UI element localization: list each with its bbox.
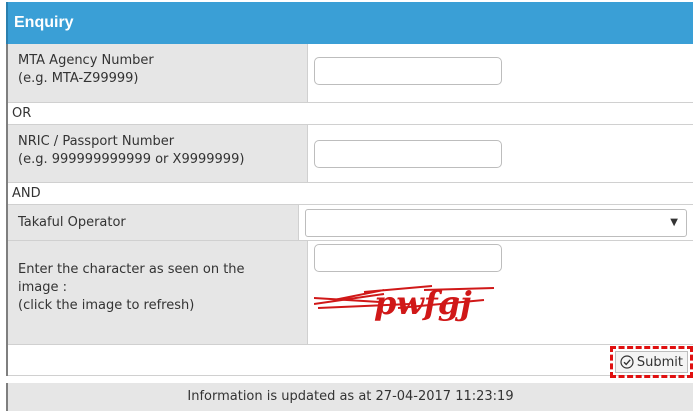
agency-hint: (e.g. MTA-Z99999) [18,71,139,86]
and-separator: AND [8,183,693,205]
captcha-label-line-2: image : [18,280,68,295]
nric-hint: (e.g. 999999999999 or X9999999) [18,152,245,167]
operator-field-cell: ▼ [299,205,693,240]
agency-row: MTA Agency Number (e.g. MTA-Z99999) [8,44,693,103]
operator-label: Takaful Operator [8,205,299,240]
captcha-label: Enter the character as seen on the image… [8,241,308,344]
nric-field-cell [308,125,693,182]
submit-label: Submit [636,354,683,370]
captcha-field-cell: pwfgj [308,241,693,344]
submit-row: Submit [8,345,693,378]
submit-highlight: Submit [609,346,693,378]
agency-label: MTA Agency Number (e.g. MTA-Z99999) [8,44,308,102]
captcha-label-line-1: Enter the character as seen on the [18,262,245,277]
check-circle-icon [620,355,634,369]
enquiry-panel: Enquiry MTA Agency Number (e.g. MTA-Z999… [0,0,693,413]
submit-button[interactable]: Submit [614,351,688,373]
enquiry-form: MTA Agency Number (e.g. MTA-Z99999) OR N… [6,44,693,378]
agency-number-input[interactable] [314,57,502,85]
nric-row: NRIC / Passport Number (e.g. 99999999999… [8,125,693,183]
captcha-row: Enter the character as seen on the image… [8,241,693,345]
nric-label: NRIC / Passport Number (e.g. 99999999999… [8,125,308,182]
operator-row: Takaful Operator ▼ [8,205,693,241]
captcha-graphic: pwfgj [313,284,495,322]
nric-label-text: NRIC / Passport Number [18,134,175,149]
agency-field-cell [308,44,693,102]
last-updated-info: Information is updated as at 27-04-2017 … [6,383,693,411]
agency-label-text: MTA Agency Number [18,53,154,68]
captcha-text: pwfgj [374,284,472,322]
chevron-down-icon: ▼ [670,217,678,228]
panel-title: Enquiry [6,2,693,44]
captcha-label-line-3: (click the image to refresh) [18,298,195,313]
nric-passport-input[interactable] [314,140,502,168]
or-separator: OR [8,103,693,125]
captcha-image[interactable]: pwfgj [313,278,504,322]
captcha-input[interactable] [314,244,502,272]
takaful-operator-select[interactable]: ▼ [305,209,687,237]
